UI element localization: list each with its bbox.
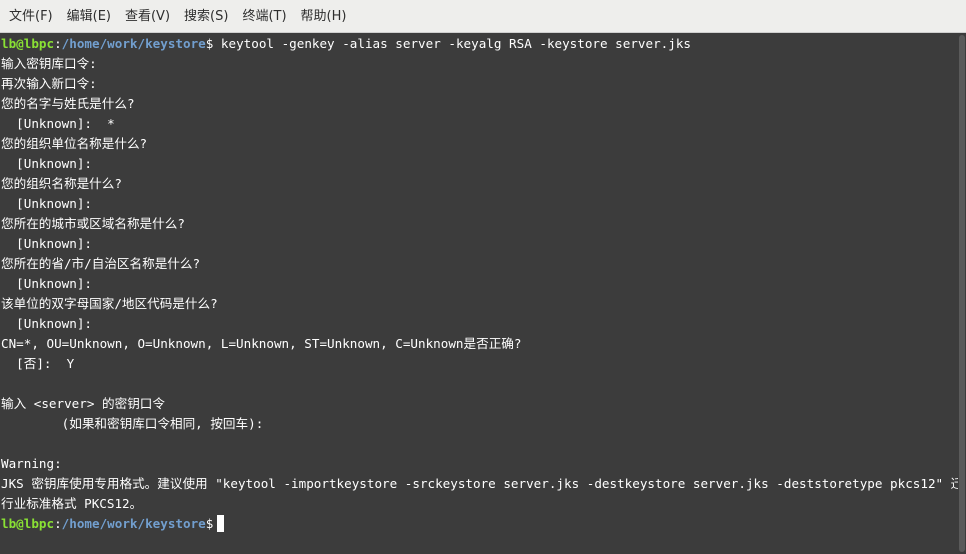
prompt-user-host: lb@lbpc	[1, 516, 55, 531]
menu-view[interactable]: 查看(V)	[118, 0, 177, 33]
prompt-separator: :	[54, 516, 62, 531]
output-line: [Unknown]:	[1, 316, 92, 331]
text-cursor	[217, 515, 225, 532]
prompt-path: /home/work/keystore	[61, 516, 206, 531]
command-line: lb@lbpc:/home/work/keystore$ keytool -ge…	[0, 34, 958, 54]
scrollbar-thumb[interactable]	[959, 35, 965, 552]
output-line: Warning:	[1, 456, 62, 471]
menu-edit[interactable]: 编辑(E)	[60, 0, 118, 33]
output-line: [Unknown]:	[1, 276, 92, 291]
prompt-path: /home/work/keystore	[61, 36, 206, 51]
output-line: [Unknown]:	[1, 196, 92, 211]
terminal-window: 文件(F) 编辑(E) 查看(V) 搜索(S) 终端(T) 帮助(H) lb@l…	[0, 0, 966, 554]
output-line: 您的名字与姓氏是什么?	[1, 96, 135, 111]
prompt-separator: :	[54, 36, 62, 51]
output-line: CN=*, OU=Unknown, O=Unknown, L=Unknown, …	[1, 336, 522, 351]
menu-bar: 文件(F) 编辑(E) 查看(V) 搜索(S) 终端(T) 帮助(H)	[0, 0, 966, 33]
output-line: [Unknown]:	[1, 236, 92, 251]
current-prompt-line[interactable]: lb@lbpc:/home/work/keystore$	[0, 514, 958, 534]
output-line: 输入 <server> 的密钥口令	[1, 396, 165, 411]
output-line: 您所在的城市或区域名称是什么?	[1, 216, 185, 231]
output-line: 您所在的省/市/自治区名称是什么?	[1, 256, 201, 271]
menu-terminal[interactable]: 终端(T)	[235, 0, 293, 33]
output-line: (如果和密钥库口令相同, 按回车):	[1, 416, 264, 431]
menu-file[interactable]: 文件(F)	[2, 0, 60, 33]
menu-help[interactable]: 帮助(H)	[294, 0, 354, 33]
prompt-user-host: lb@lbpc	[1, 36, 55, 51]
command-text: keytool -genkey -alias server -keyalg RS…	[213, 36, 691, 51]
terminal-output[interactable]: lb@lbpc:/home/work/keystore$ keytool -ge…	[0, 33, 958, 554]
output-line: 您的组织名称是什么?	[1, 176, 122, 191]
output-line: 输入密钥库口令:	[1, 56, 97, 71]
output-line: 您的组织单位名称是什么?	[1, 136, 148, 151]
output-line: [Unknown]:	[1, 156, 92, 171]
output-line: [否]: Y	[1, 356, 75, 371]
output-line: 行业标准格式 PKCS12。	[1, 496, 143, 511]
menu-search[interactable]: 搜索(S)	[177, 0, 235, 33]
prompt-symbol: $	[205, 516, 214, 531]
output-line: 再次输入新口令:	[1, 76, 97, 91]
output-line: [Unknown]: *	[1, 116, 115, 131]
output-line: 该单位的双字母国家/地区代码是什么?	[1, 296, 218, 311]
output-line: JKS 密钥库使用专用格式。建议使用 "keytool -importkeyst…	[1, 476, 958, 491]
terminal-scrollbar[interactable]	[958, 33, 966, 554]
